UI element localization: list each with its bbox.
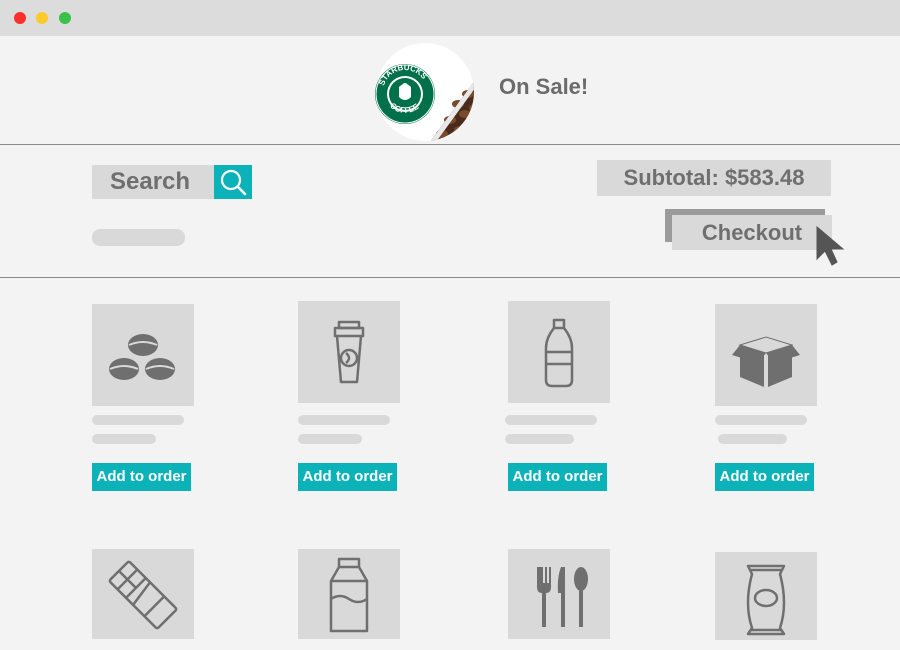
minimize-window-button[interactable] xyxy=(36,12,48,24)
add-to-order-button[interactable]: Add to order xyxy=(298,463,397,491)
placeholder-bar xyxy=(718,434,787,444)
search-label[interactable]: Search xyxy=(92,165,214,199)
box-icon xyxy=(732,336,800,387)
placeholder-bar xyxy=(92,434,156,444)
placeholder-bar xyxy=(298,434,362,444)
placeholder-bar xyxy=(298,415,390,425)
window-titlebar xyxy=(0,0,900,36)
search-button[interactable] xyxy=(214,165,252,199)
product-tile[interactable] xyxy=(92,304,194,406)
coffee-beans-icon xyxy=(109,334,175,380)
product-tile[interactable] xyxy=(715,552,817,640)
add-to-order-button[interactable]: Add to order xyxy=(715,463,814,491)
chocolate-bar-icon xyxy=(108,560,178,630)
magnifier-icon xyxy=(220,169,247,196)
cutlery-icon xyxy=(537,567,588,627)
search-bar[interactable]: Search xyxy=(92,165,252,199)
coffee-cup-icon xyxy=(333,320,365,384)
product-tile[interactable] xyxy=(715,304,817,406)
placeholder-bar xyxy=(92,229,185,246)
add-to-order-button[interactable]: Add to order xyxy=(508,463,607,491)
placeholder-bar xyxy=(715,415,807,425)
checkout-button[interactable]: Checkout xyxy=(672,215,832,250)
add-to-order-button[interactable]: Add to order xyxy=(92,463,191,491)
water-bottle-icon xyxy=(544,318,574,388)
product-tile[interactable] xyxy=(92,549,194,639)
subtotal-display: Subtotal: $583.48 xyxy=(597,160,831,196)
placeholder-bar xyxy=(505,415,597,425)
maximize-window-button[interactable] xyxy=(59,12,71,24)
placeholder-bar xyxy=(92,415,184,425)
mouse-cursor-icon xyxy=(815,225,849,269)
product-tile[interactable] xyxy=(508,301,610,403)
snack-bag-icon xyxy=(746,564,786,636)
on-sale-text: On Sale! xyxy=(499,74,589,99)
close-window-button[interactable] xyxy=(14,12,26,24)
starbucks-logo-icon[interactable]: STARBUCKS COFFEE xyxy=(370,42,481,142)
placeholder-bar xyxy=(505,434,574,444)
product-tile[interactable] xyxy=(508,549,610,639)
product-tile[interactable] xyxy=(298,549,400,639)
product-tile[interactable] xyxy=(298,301,400,403)
milk-carton-icon xyxy=(329,557,369,633)
